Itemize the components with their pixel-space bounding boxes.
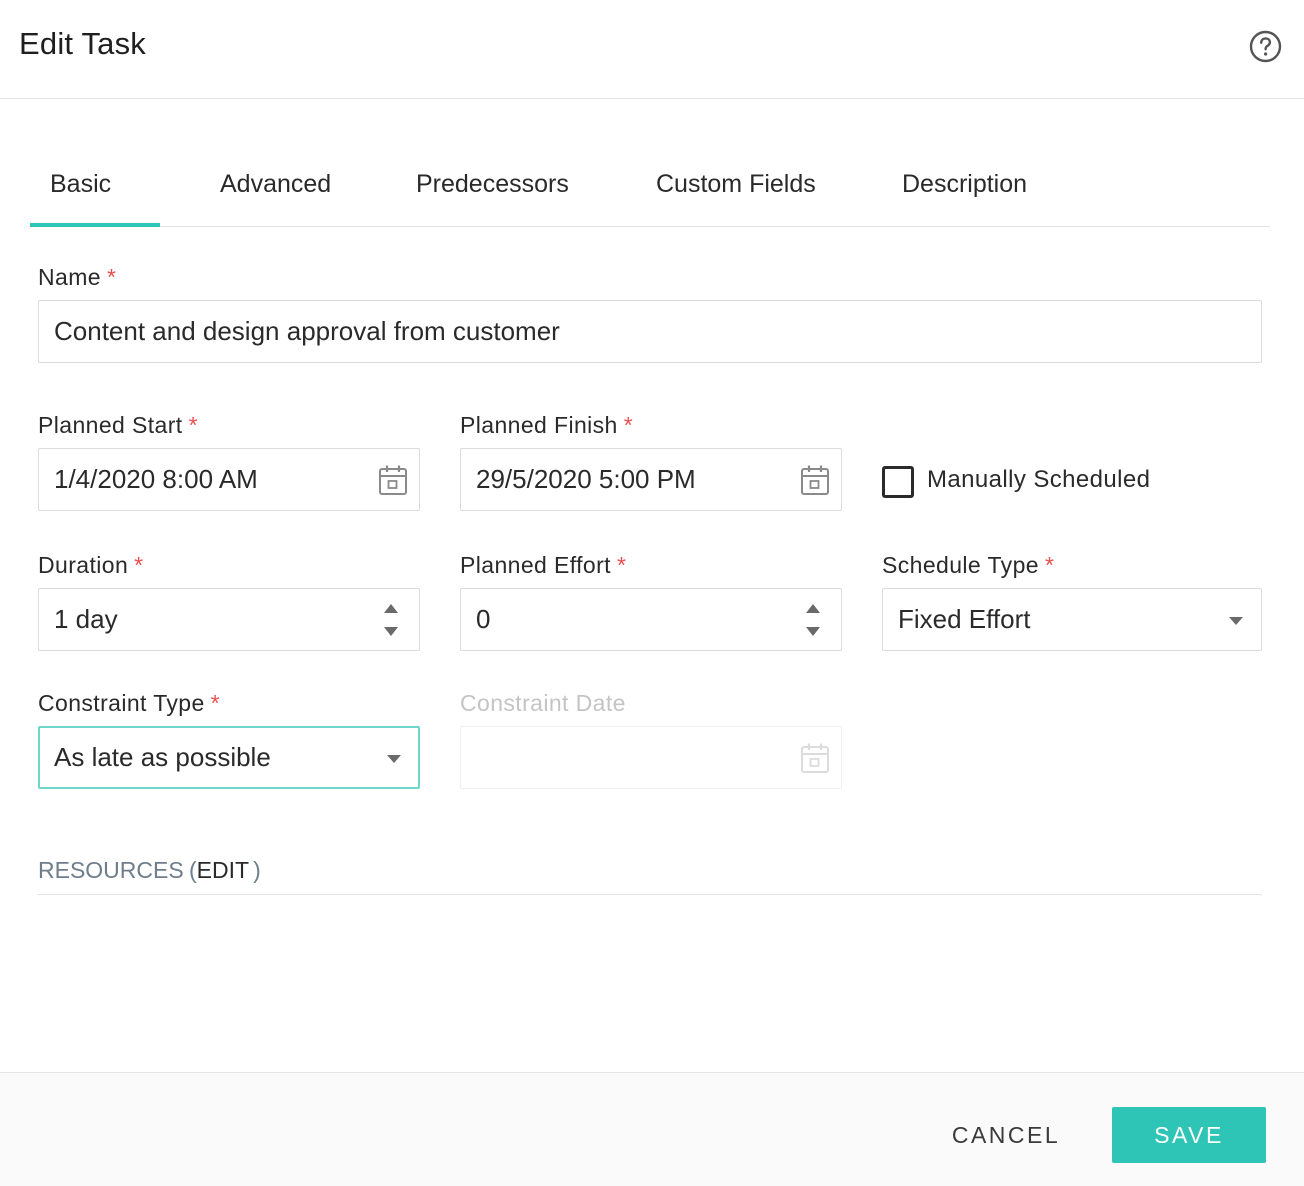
spinner-arrows-icon[interactable] <box>804 601 822 639</box>
constraint-type-select[interactable]: As late as possible <box>38 726 420 789</box>
resources-title: RESOURCES <box>38 857 184 883</box>
planned-start-label: Planned Start * <box>38 412 198 439</box>
save-button[interactable]: SAVE <box>1112 1107 1266 1163</box>
tab-basic[interactable]: Basic <box>50 170 111 199</box>
planned-effort-label: Planned Effort * <box>460 552 626 579</box>
calendar-icon <box>801 743 829 773</box>
name-label: Name * <box>38 264 116 291</box>
edit-task-dialog: Edit Task Basic Advanced Predecessors Cu… <box>0 0 1304 1186</box>
tab-predecessors[interactable]: Predecessors <box>416 170 569 199</box>
active-tab-indicator <box>30 223 160 227</box>
name-input[interactable]: Content and design approval from custome… <box>38 300 1262 363</box>
required-mark: * <box>188 412 198 438</box>
spinner-arrows-icon[interactable] <box>382 601 400 639</box>
constraint-type-value: As late as possible <box>54 742 271 772</box>
constraint-date-input <box>460 726 842 789</box>
constraint-type-label: Constraint Type * <box>38 690 220 717</box>
required-mark: * <box>134 552 144 578</box>
name-label-text: Name <box>38 264 101 290</box>
open-paren: ( <box>189 857 197 883</box>
required-mark: * <box>616 552 627 578</box>
manually-scheduled-label[interactable]: Manually Scheduled <box>927 466 1150 494</box>
resources-section: RESOURCES (EDIT) <box>38 857 1262 895</box>
name-value: Content and design approval from custome… <box>54 316 560 346</box>
tab-custom-fields[interactable]: Custom Fields <box>656 170 816 199</box>
calendar-icon[interactable] <box>378 464 408 497</box>
duration-value: 1 day <box>54 604 118 634</box>
planned-start-label-text: Planned Start <box>38 412 183 438</box>
required-mark: * <box>106 264 117 290</box>
resources-edit-link[interactable]: (EDIT) <box>189 857 261 884</box>
dialog-title: Edit Task <box>19 26 147 61</box>
constraint-type-label-text: Constraint Type <box>38 690 205 716</box>
schedule-type-label: Schedule Type * <box>882 552 1054 579</box>
schedule-type-value: Fixed Effort <box>898 604 1031 634</box>
calendar-icon[interactable] <box>800 464 830 497</box>
duration-label-text: Duration <box>38 552 129 578</box>
planned-finish-input[interactable]: 29/5/2020 5:00 PM <box>460 448 842 511</box>
duration-stepper[interactable]: 1 day <box>38 588 420 651</box>
planned-finish-label: Planned Finish * <box>460 412 633 439</box>
planned-start-input[interactable]: 1/4/2020 8:00 AM <box>38 448 420 511</box>
help-icon[interactable] <box>1249 30 1282 63</box>
close-paren: ) <box>253 857 261 883</box>
tab-advanced[interactable]: Advanced <box>220 170 331 199</box>
constraint-date-label: Constraint Date <box>460 690 626 716</box>
planned-effort-label-text: Planned Effort <box>460 552 611 578</box>
cancel-button[interactable]: CANCEL <box>936 1107 1076 1163</box>
required-mark: * <box>210 690 221 716</box>
chevron-down-icon <box>1229 617 1243 625</box>
planned-finish-label-text: Planned Finish <box>460 412 618 438</box>
planned-finish-value: 29/5/2020 5:00 PM <box>476 464 696 494</box>
planned-start-value: 1/4/2020 8:00 AM <box>54 464 258 494</box>
schedule-type-select[interactable]: Fixed Effort <box>882 588 1262 651</box>
dialog-header: Edit Task <box>0 0 1304 99</box>
required-mark: * <box>1044 552 1055 578</box>
duration-label: Duration * <box>38 552 144 579</box>
dialog-footer: CANCEL SAVE <box>0 1072 1304 1186</box>
schedule-type-label-text: Schedule Type <box>882 552 1039 578</box>
tab-bar: Basic Advanced Predecessors Custom Field… <box>30 140 1270 227</box>
tab-description[interactable]: Description <box>902 170 1027 199</box>
planned-effort-value: 0 <box>476 604 491 634</box>
required-mark: * <box>623 412 634 438</box>
manually-scheduled-checkbox[interactable] <box>882 466 914 498</box>
resources-edit-label: EDIT <box>196 857 250 883</box>
planned-effort-stepper[interactable]: 0 <box>460 588 842 651</box>
chevron-down-icon <box>387 755 401 763</box>
